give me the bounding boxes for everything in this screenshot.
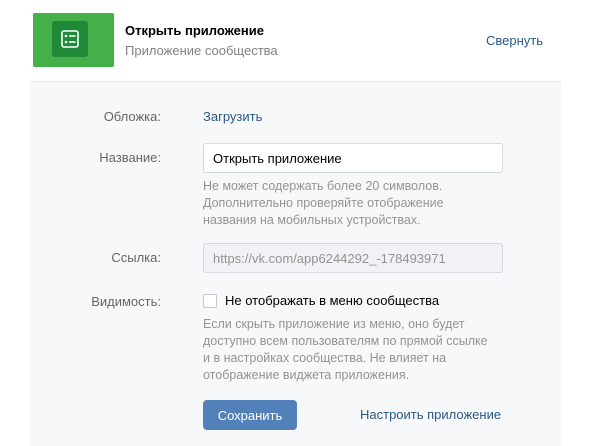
name-hint: Не может содержать более 20 символов. До… xyxy=(203,178,523,229)
app-icon xyxy=(33,13,114,67)
app-icon-tile xyxy=(52,21,88,57)
app-settings-panel: Обложка: Загрузить Название: Не может со… xyxy=(30,81,561,446)
save-button[interactable]: Сохранить xyxy=(203,400,297,430)
visibility-hint-line: Если скрыть приложение из меню, оно буде… xyxy=(203,317,465,331)
upload-cover-link[interactable]: Загрузить xyxy=(203,109,262,124)
configure-app-link[interactable]: Настроить приложение xyxy=(360,407,501,422)
app-form-icon xyxy=(61,30,79,48)
visibility-hint-line: отображение виджета приложения. xyxy=(203,368,410,382)
visibility-hint: Если скрыть приложение из меню, оно буде… xyxy=(203,316,523,384)
app-link-field[interactable] xyxy=(203,243,503,273)
visibility-hint-line: и в настройках сообщества. Не влияет на xyxy=(203,351,447,365)
app-subtitle: Приложение сообщества xyxy=(125,43,278,58)
name-hint-line: названия на мобильных устройствах. xyxy=(203,213,421,227)
app-title: Открыть приложение xyxy=(125,23,264,38)
app-header: Открыть приложение Приложение сообщества… xyxy=(0,0,591,81)
name-hint-line: Дополнительно проверяйте отображение xyxy=(203,196,444,210)
name-hint-line: Не может содержать более 20 символов. xyxy=(203,179,443,193)
link-label: Ссылка: xyxy=(111,250,161,265)
collapse-link[interactable]: Свернуть xyxy=(486,33,543,48)
visibility-label: Видимость: xyxy=(91,294,161,309)
cover-label: Обложка: xyxy=(103,109,161,124)
name-input[interactable] xyxy=(203,143,503,173)
visibility-hint-line: доступно всем пользователям по прямой сс… xyxy=(203,334,488,348)
name-label: Название: xyxy=(99,150,161,165)
hide-from-menu-label[interactable]: Не отображать в меню сообщества xyxy=(225,293,439,308)
hide-from-menu-checkbox[interactable] xyxy=(203,294,217,308)
